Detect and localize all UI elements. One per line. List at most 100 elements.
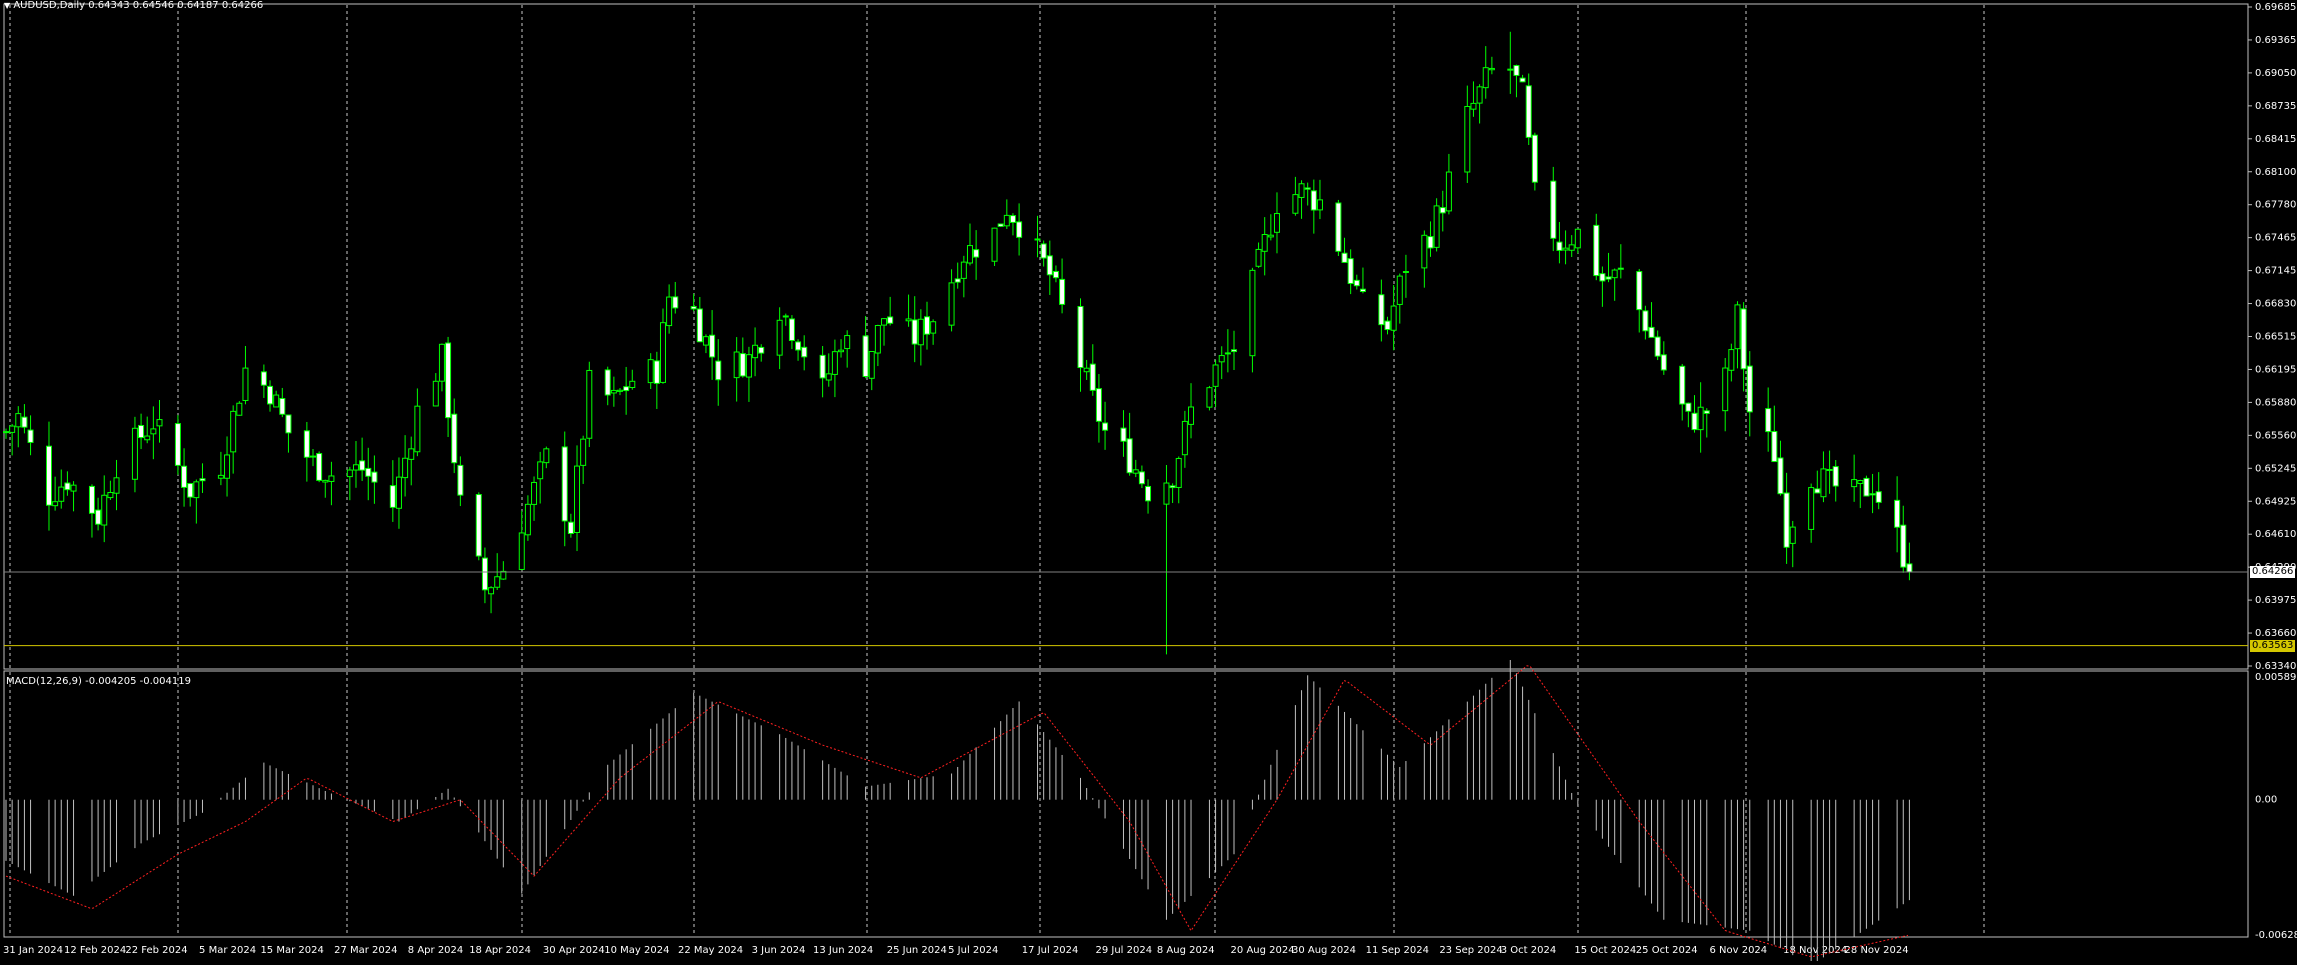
price-axis-label: 0.67780: [2255, 200, 2296, 211]
candle-body: [1132, 469, 1139, 474]
candle-body: [1016, 221, 1023, 238]
candle-body: [1660, 354, 1667, 371]
price-axis-label: 0.65880: [2255, 397, 2296, 408]
candle-body: [905, 318, 912, 322]
time-axis-label: 30 Apr 2024: [543, 945, 605, 956]
time-axis-label: 10 May 2024: [604, 945, 669, 956]
candle-body: [310, 455, 316, 458]
candle-body: [531, 481, 538, 505]
candle-body: [1507, 68, 1514, 71]
candle-body: [659, 322, 666, 383]
candle-body: [21, 416, 28, 428]
candle-body: [1820, 468, 1827, 498]
collapse-triangle-icon[interactable]: ▼: [4, 1, 10, 10]
candle-body: [1728, 349, 1735, 371]
candle-body: [1095, 388, 1102, 422]
candle-body: [795, 341, 802, 351]
candle-body: [1138, 471, 1145, 485]
candle-body: [1310, 190, 1317, 211]
candle-body: [156, 419, 163, 427]
candle-body: [322, 479, 329, 483]
candle-body: [844, 335, 851, 350]
candle-body: [1722, 367, 1729, 412]
candle-body: [1224, 352, 1231, 355]
price-axis-label: 0.67145: [2255, 266, 2296, 277]
candle-body: [881, 318, 888, 326]
candle-body: [862, 335, 869, 377]
candle-body: [352, 464, 359, 471]
candle-body: [1347, 258, 1354, 284]
candle-body: [1427, 236, 1434, 249]
candle-body: [874, 324, 881, 354]
time-axis-label: 25 Oct 2024: [1636, 945, 1698, 956]
candle-body: [1869, 493, 1876, 496]
horizontal-level-tag[interactable]: 0.63563: [2250, 639, 2296, 652]
candle-body: [524, 503, 531, 536]
candle-body: [1059, 278, 1066, 305]
candle-body: [1746, 365, 1753, 413]
time-axis-label: 6 Nov 2024: [1709, 945, 1767, 956]
candle-body: [1218, 355, 1225, 363]
candle-body: [1009, 215, 1016, 223]
time-axis-label: 8 Apr 2024: [408, 945, 463, 956]
candle-body: [1464, 106, 1471, 173]
candle-body: [629, 380, 636, 389]
candle-body: [273, 394, 280, 408]
time-axis-label: 3 Jun 2024: [752, 945, 806, 956]
candle-body: [911, 319, 918, 345]
candle-body: [52, 501, 59, 507]
candle-body: [1175, 458, 1182, 488]
candle-body: [1783, 492, 1790, 548]
candle-body: [107, 491, 114, 499]
current-price-tag: 0.64266: [2250, 565, 2296, 578]
candle-body: [1003, 214, 1010, 227]
time-axis-label: 20 Aug 2024: [1231, 945, 1295, 956]
candle-body: [788, 318, 795, 341]
macd-header: MACD(12,26,9) -0.004205 -0.004119: [6, 676, 191, 687]
candle-body: [187, 483, 194, 498]
candle-body: [1181, 420, 1188, 456]
candle-body: [1255, 248, 1262, 267]
candle-body: [1034, 238, 1041, 241]
candle-body: [887, 316, 894, 324]
candle-body: [623, 386, 630, 392]
candle-body: [917, 318, 924, 346]
candle-body: [617, 389, 623, 392]
candle-body: [1040, 243, 1047, 259]
candle-body: [653, 360, 660, 384]
candle-body: [739, 353, 746, 377]
candle-body: [144, 435, 151, 441]
time-axis-label: 11 Sep 2024: [1366, 945, 1429, 956]
trading-chart[interactable]: 31 Jan 2024 12 Feb 2024 22 Feb 2024 5 Mar 2…: [0, 0, 2297, 965]
chart-canvas[interactable]: 31 Jan 2024 12 Feb 2024 22 Feb 2024 5 Mar 2…: [0, 0, 2297, 965]
candle-body: [586, 369, 593, 439]
candle-body: [1046, 255, 1053, 276]
candle-body: [838, 349, 845, 353]
symbol-header-text: AUDUSD,Daily 0.64343 0.64546 0.64187 0.6…: [13, 0, 264, 11]
price-axis-label: 0.63340: [2255, 661, 2296, 672]
candle-body: [1267, 234, 1274, 238]
candle-body: [64, 482, 71, 491]
candle-body: [414, 405, 421, 453]
candle-body: [217, 474, 224, 479]
candle-body: [537, 461, 544, 480]
time-axis-label: 12 Feb 2024: [64, 945, 126, 956]
candle-body: [702, 336, 709, 346]
candle-body: [1611, 269, 1618, 279]
time-axis-label: 18 Apr 2024: [469, 945, 531, 956]
candle-body: [1648, 326, 1655, 338]
candle-body: [113, 477, 120, 494]
candle-body: [1470, 102, 1477, 110]
candle-body: [1900, 524, 1907, 568]
candle-body: [70, 484, 77, 492]
candle-body: [733, 351, 740, 379]
symbol-header: ▼ AUDUSD,Daily 0.64343 0.64546 0.64187 0…: [0, 0, 263, 12]
price-axis-label: 0.64925: [2255, 496, 2296, 507]
candle-body: [1384, 320, 1391, 331]
candle-body: [960, 261, 967, 279]
candle-body: [690, 306, 697, 310]
candle-body: [432, 380, 439, 407]
candle-body: [1292, 194, 1299, 214]
candle-body: [543, 448, 550, 464]
candle-body: [494, 576, 501, 588]
